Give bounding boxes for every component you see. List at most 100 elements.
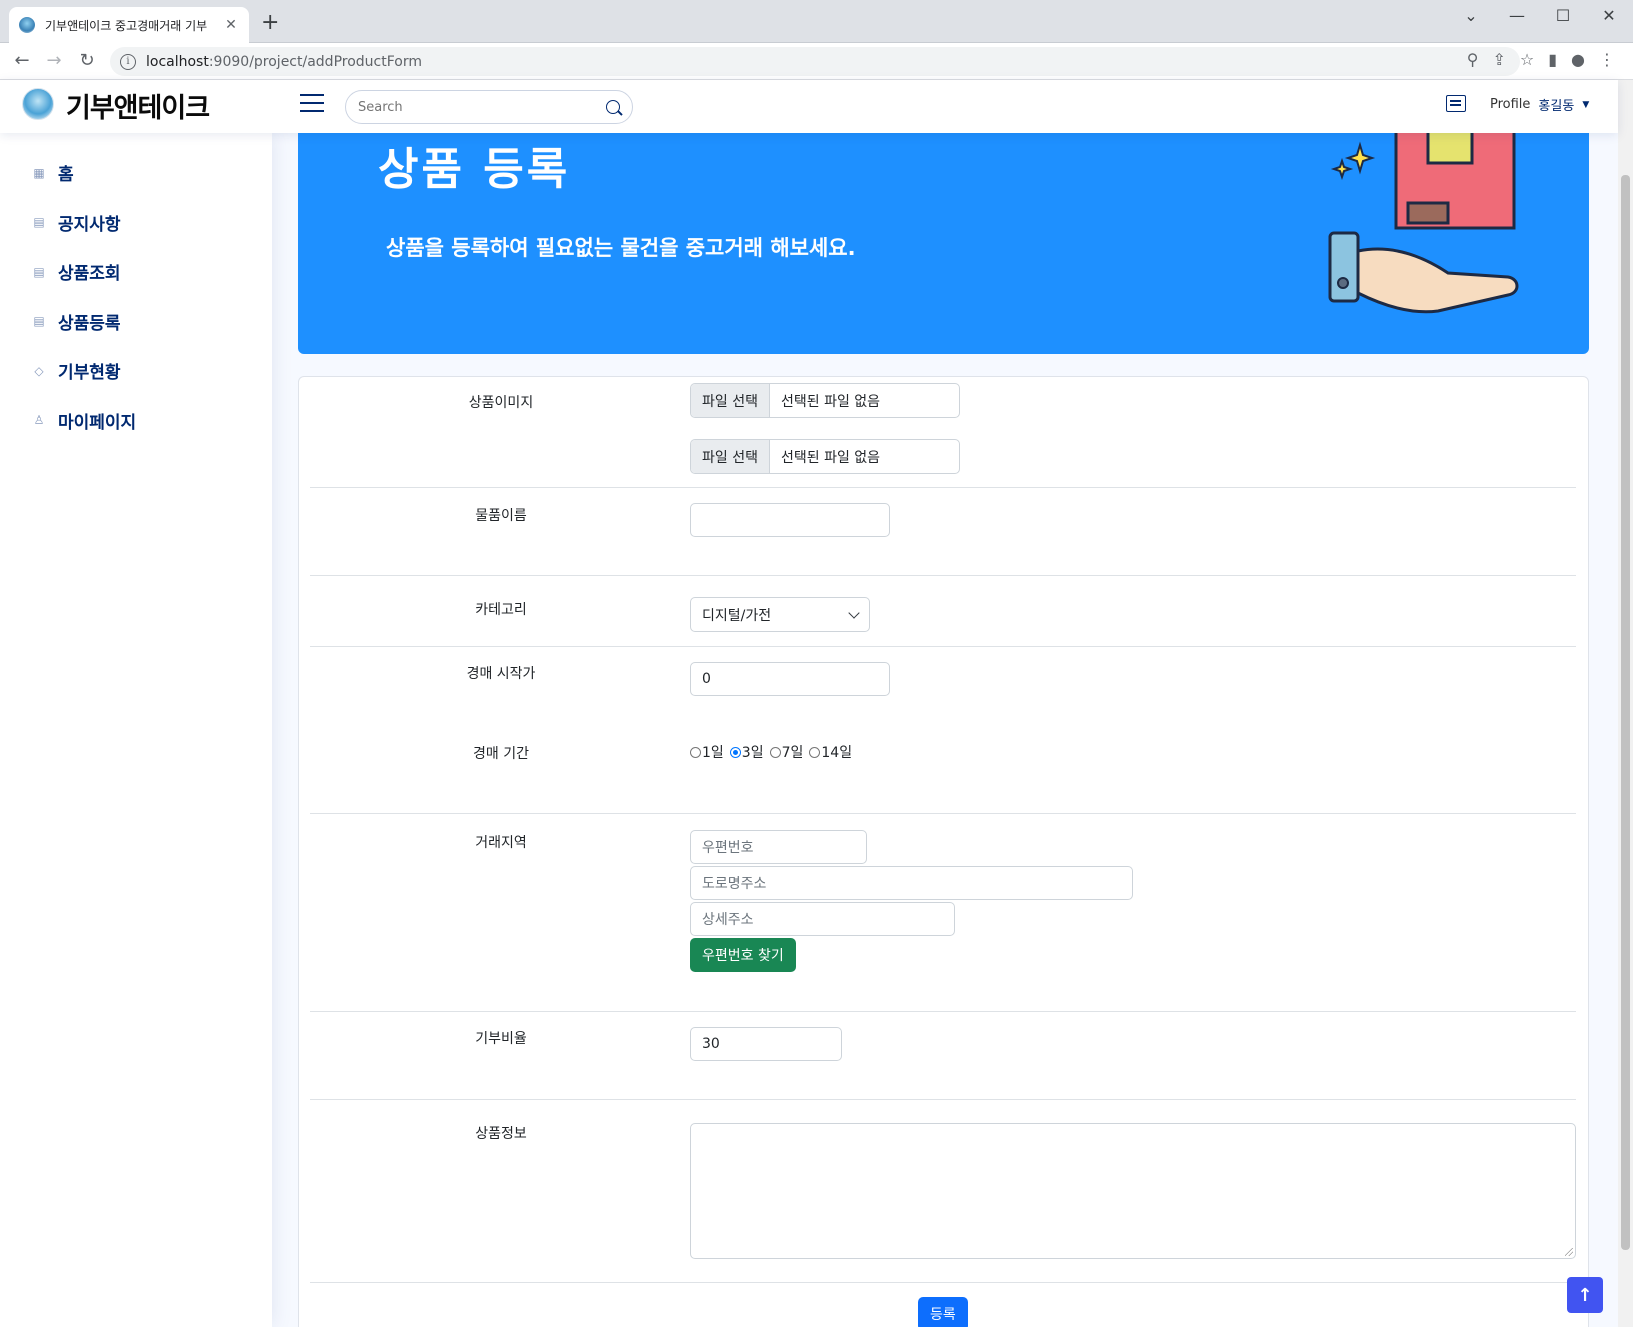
file-select-button[interactable]: 파일 선택 (691, 440, 770, 473)
file-select-button[interactable]: 파일 선택 (691, 384, 770, 417)
person-icon: ♙ (33, 413, 45, 428)
page-title: 상품 등록 (378, 144, 571, 195)
image-file-input-1[interactable]: 파일 선택 선택된 파일 없음 (690, 383, 960, 418)
list-icon: ▤ (33, 264, 45, 279)
sidebar-item-label: 홈 (58, 165, 74, 186)
bookmark-star-icon[interactable]: ☆ (1520, 50, 1534, 69)
search-icon[interactable] (606, 100, 620, 114)
profile-image: Profile (1490, 97, 1531, 112)
start-price-input[interactable]: 0 (690, 662, 890, 696)
document-icon: ▤ (33, 215, 45, 230)
sidebar: ▦ 홈 ▤ 공지사항 ▤ 상품조회 ▤ 상품등록 ◇ 기부현황 ♙ 마이페이지 (0, 133, 272, 1327)
divider (310, 813, 1576, 814)
url-path: :9090/project/addProductForm (208, 53, 422, 70)
sidebar-item-product-add[interactable]: ▤ 상품등록 (0, 297, 272, 347)
region-label: 거래지역 (475, 835, 527, 851)
period-option-label: 1일 (702, 745, 724, 761)
submit-button[interactable]: 등록 (918, 1297, 968, 1327)
tab-close-icon[interactable]: ✕ (223, 17, 239, 33)
period-radio-3[interactable] (729, 746, 741, 758)
side-panel-icon[interactable]: ▮ (1548, 50, 1557, 69)
browser-tab[interactable]: 기부앤테이크 중고경매거래 기부 ✕ (9, 7, 249, 43)
file-status: 선택된 파일 없음 (780, 393, 881, 410)
zoom-icon[interactable]: ⚲ (1467, 50, 1479, 69)
minimize-button[interactable]: — (1502, 6, 1532, 25)
browser-tab-bar: 기부앤테이크 중고경매거래 기부 ✕ + ⌄ — ☐ ✕ (0, 0, 1633, 43)
logo-text[interactable]: 기부앤테이크 (66, 86, 210, 125)
sidebar-item-notice[interactable]: ▤ 공지사항 (0, 198, 272, 248)
caret-down-icon: ▼ (1582, 99, 1590, 110)
gift-hand-illustration (1328, 133, 1519, 314)
arrow-up-icon: ↑ (1577, 1284, 1593, 1306)
search-input[interactable] (358, 99, 606, 115)
sidebar-item-donation[interactable]: ◇ 기부현황 (0, 346, 272, 396)
divider (310, 1099, 1576, 1100)
find-zip-button[interactable]: 우편번호 찾기 (690, 938, 796, 972)
maximize-button[interactable]: ☐ (1548, 6, 1578, 25)
reload-icon[interactable]: ↻ (75, 50, 99, 71)
favicon-icon (19, 17, 35, 33)
hand-icon (1328, 231, 1519, 314)
chevron-down-icon (848, 606, 860, 619)
tab-search-chevron-icon[interactable]: ⌄ (1456, 6, 1486, 25)
app-header: 기부앤테이크 Profile 홍길동 ▼ (0, 80, 1618, 133)
sidebar-toggle-icon[interactable] (300, 94, 324, 112)
messages-icon[interactable] (1446, 95, 1466, 112)
new-tab-button[interactable]: + (261, 10, 279, 35)
product-info-textarea[interactable] (690, 1123, 1576, 1259)
menu-dots-icon[interactable]: ⋮ (1599, 50, 1615, 69)
account-icon[interactable]: ● (1571, 50, 1585, 69)
close-window-button[interactable]: ✕ (1594, 6, 1624, 25)
address-bar[interactable]: i localhost:9090/project/addProductForm (110, 47, 1520, 76)
period-radio-14[interactable] (809, 746, 821, 758)
file-status: 선택된 파일 없음 (780, 449, 881, 466)
divider (310, 1011, 1576, 1012)
period-radio-7[interactable] (769, 746, 781, 758)
page-subtitle: 상품을 등록하여 필요없는 물건을 중고거래 해보세요. (386, 236, 856, 260)
page-scrollbar[interactable] (1618, 80, 1633, 1327)
start-price-label: 경매 시작가 (466, 666, 536, 682)
share-icon[interactable]: ⇪ (1492, 50, 1505, 69)
profile-dropdown[interactable]: Profile 홍길동 ▼ (1490, 95, 1589, 114)
category-select[interactable]: 디지털/가전 (690, 597, 870, 632)
image-label: 상품이미지 (468, 395, 534, 411)
detail-address-input[interactable]: 상세주소 (690, 902, 955, 936)
period-radio-1[interactable] (690, 746, 701, 758)
back-icon[interactable]: ← (10, 50, 34, 71)
info-label: 상품정보 (475, 1126, 527, 1142)
image-file-input-2[interactable]: 파일 선택 선택된 파일 없음 (690, 439, 960, 474)
browser-actions: ⚲ ⇪ ☆ ▮ ● ⋮ (1467, 50, 1615, 69)
category-selected: 디지털/가전 (702, 607, 772, 624)
divider (310, 487, 1576, 488)
sidebar-item-mypage[interactable]: ♙ 마이페이지 (0, 396, 272, 446)
user-name: 홍길동 (1538, 99, 1575, 114)
tab-title: 기부앤테이크 중고경매거래 기부 (45, 18, 208, 33)
back-to-top-button[interactable]: ↑ (1567, 1277, 1603, 1313)
sidebar-item-label: 상품조회 (58, 264, 121, 285)
sidebar-item-home[interactable]: ▦ 홈 (0, 148, 272, 198)
sidebar-item-label: 기부현황 (58, 363, 121, 384)
forward-icon[interactable]: → (42, 50, 66, 71)
name-input[interactable] (690, 503, 890, 537)
list-icon: ▤ (33, 314, 45, 329)
sidebar-item-label: 공지사항 (58, 214, 121, 235)
sidebar-item-product-list[interactable]: ▤ 상품조회 (0, 247, 272, 297)
period-option-label: 7일 (781, 745, 804, 761)
category-label: 카테고리 (475, 602, 527, 618)
divider (310, 1282, 1576, 1283)
road-address-input[interactable]: 도로명주소 (690, 866, 1133, 900)
sparkle-icon (1330, 141, 1376, 181)
gem-icon: ◇ (34, 363, 44, 378)
logo-image[interactable] (22, 88, 54, 120)
period-radio-group: 1일 3일 7일 14일 (690, 742, 852, 762)
product-form-card: 상품이미지 파일 선택 선택된 파일 없음 파일 선택 선택된 파일 없음 물품… (298, 376, 1589, 1327)
search-bar (345, 90, 633, 124)
zip-input[interactable]: 우편번호 (690, 830, 867, 864)
url-host: localhost (146, 53, 209, 70)
site-info-icon[interactable]: i (120, 53, 136, 70)
period-option-label: 3일 (741, 745, 764, 761)
donation-input[interactable]: 30 (690, 1027, 842, 1061)
hero-banner: 상품 등록 상품을 등록하여 필요없는 물건을 중고거래 해보세요. (298, 133, 1589, 354)
scrollbar-thumb[interactable] (1621, 175, 1630, 1250)
period-label: 경매 기간 (473, 746, 529, 762)
